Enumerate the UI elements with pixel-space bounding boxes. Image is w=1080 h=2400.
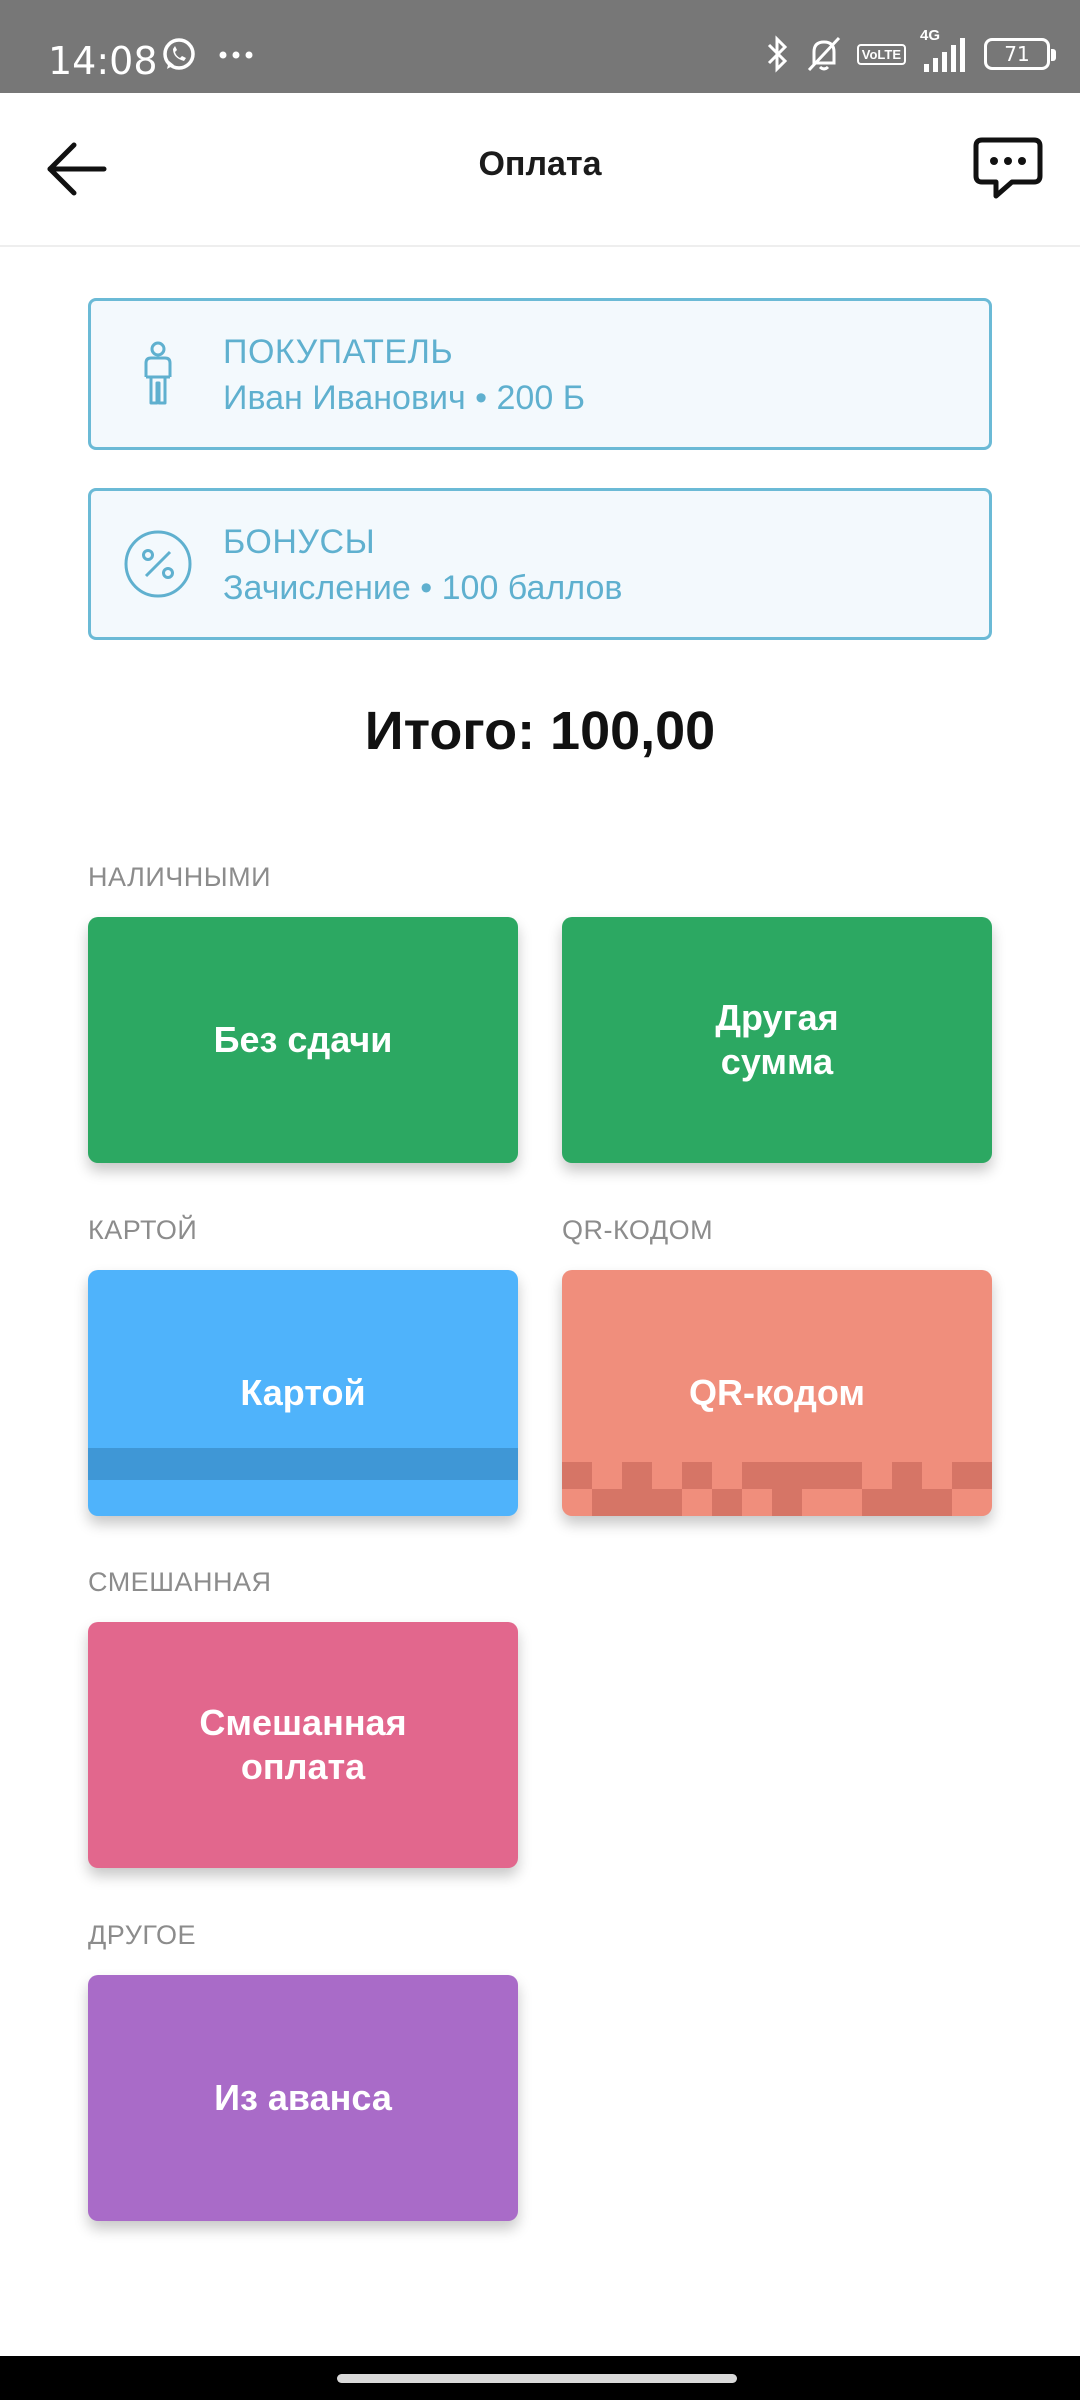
section-label-cash: НАЛИЧНЫМИ bbox=[88, 862, 272, 892]
customer-subtitle: Иван Иванович • 200 Б bbox=[223, 379, 586, 417]
bonuses-title: БОНУСЫ bbox=[223, 523, 376, 561]
signal-icon: 4G bbox=[920, 28, 970, 74]
pay-mixed-button[interactable]: Смешанная оплата bbox=[88, 1622, 518, 1868]
customer-card[interactable]: ПОКУПАТЕЛЬ Иван Иванович • 200 Б bbox=[88, 298, 992, 450]
pay-card-label: Картой bbox=[240, 1372, 366, 1413]
battery-level: 71 bbox=[1004, 42, 1030, 66]
more-dots-icon bbox=[218, 50, 254, 60]
qr-pattern-decoration bbox=[562, 1462, 992, 1516]
pay-qr-button[interactable]: QR-кодом bbox=[562, 1270, 992, 1516]
home-indicator[interactable] bbox=[337, 2374, 737, 2383]
section-label-other: ДРУГОЕ bbox=[88, 1920, 196, 1950]
bluetooth-icon bbox=[765, 34, 791, 74]
battery-icon: 71 bbox=[984, 38, 1056, 70]
page-title: Оплата bbox=[478, 145, 602, 183]
pay-qr-label: QR-кодом bbox=[688, 1372, 866, 1413]
pay-mixed-label: Смешанная оплата bbox=[199, 1702, 407, 1787]
percent-icon bbox=[121, 527, 195, 601]
pay-no-change-button[interactable]: Без сдачи bbox=[88, 917, 518, 1163]
section-label-mixed: СМЕШАННАЯ bbox=[88, 1567, 272, 1597]
pay-other-amount-button[interactable]: Другая сумма bbox=[562, 917, 992, 1163]
customer-title: ПОКУПАТЕЛЬ bbox=[223, 333, 454, 371]
status-bar: 14:08 Vo LTE 4G 71 bbox=[0, 0, 1080, 93]
section-label-qr: QR-КОДОМ bbox=[562, 1215, 714, 1245]
pay-card-button[interactable]: Картой bbox=[88, 1270, 518, 1516]
status-time: 14:08 bbox=[48, 39, 158, 83]
whatsapp-icon bbox=[160, 36, 198, 74]
bell-off-icon bbox=[805, 34, 843, 74]
pay-no-change-label: Без сдачи bbox=[213, 1019, 393, 1060]
app-bar: Оплата bbox=[0, 93, 1080, 247]
pay-other-amount-label: Другая сумма bbox=[715, 997, 839, 1082]
chat-button[interactable] bbox=[966, 127, 1050, 211]
chat-icon bbox=[973, 137, 1043, 199]
volte-icon: Vo LTE bbox=[856, 43, 906, 65]
section-label-card: КАРТОЙ bbox=[88, 1215, 198, 1245]
card-stripe bbox=[88, 1448, 518, 1480]
bonuses-card[interactable]: БОНУСЫ Зачисление • 100 баллов bbox=[88, 488, 992, 640]
system-nav-bar bbox=[0, 2356, 1080, 2400]
bonuses-subtitle: Зачисление • 100 баллов bbox=[223, 569, 623, 607]
total-amount: Итого: 100,00 bbox=[364, 701, 716, 761]
person-icon bbox=[121, 337, 195, 411]
pay-advance-button[interactable]: Из аванса bbox=[88, 1975, 518, 2221]
network-type: 4G bbox=[920, 27, 941, 44]
pay-advance-label: Из аванса bbox=[214, 2077, 392, 2118]
